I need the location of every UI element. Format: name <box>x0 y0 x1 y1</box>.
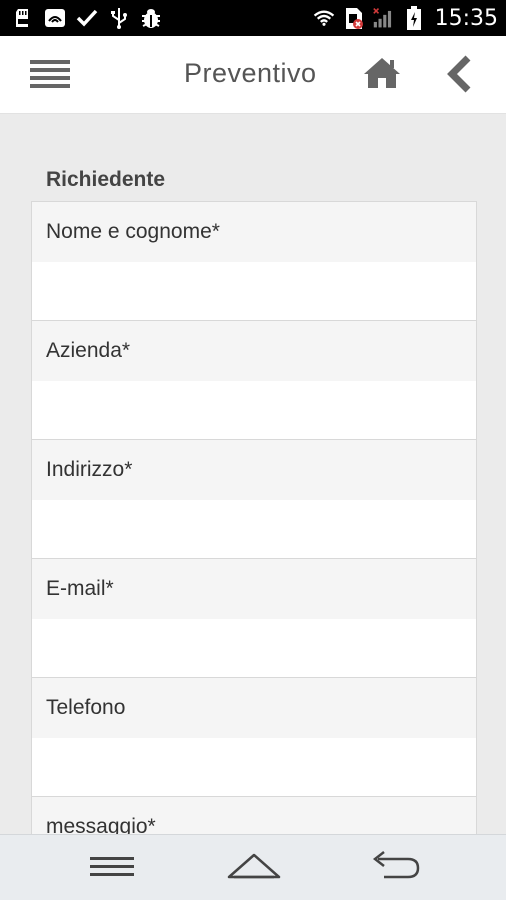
section-title: Richiedente <box>46 168 166 191</box>
screen-cast-icon <box>44 7 66 29</box>
home-icon[interactable] <box>224 847 284 887</box>
field-label: E-mail* <box>32 559 476 619</box>
field-address: Indirizzo* <box>32 440 476 559</box>
field-label: Indirizzo* <box>32 440 476 500</box>
request-form: Nome e cognome* Azienda* Indirizzo* E-ma… <box>31 201 477 834</box>
address-input[interactable] <box>32 500 476 558</box>
usb-icon <box>108 7 130 29</box>
status-bar-system: 15:35 <box>313 6 506 31</box>
field-label: messaggio* <box>32 797 476 834</box>
form-content: Richiedente Nome e cognome* Azienda* Ind… <box>0 114 506 834</box>
email-input[interactable] <box>32 619 476 677</box>
back-icon[interactable] <box>366 847 426 887</box>
status-bar-clock: 15:35 <box>434 5 498 31</box>
status-bar-notifications <box>0 7 313 29</box>
page-title: Preventivo <box>184 58 317 88</box>
no-sim-icon <box>343 7 365 29</box>
field-message: messaggio* <box>32 797 476 834</box>
menu-icon[interactable] <box>82 847 142 887</box>
field-company: Azienda* <box>32 321 476 440</box>
app-screen: 15:35 Preventivo Richiedente Nome e cogn… <box>0 0 506 900</box>
status-bar: 15:35 <box>0 0 506 36</box>
app-header: Preventivo <box>0 36 506 114</box>
battery-charging-icon <box>403 6 425 30</box>
company-input[interactable] <box>32 381 476 439</box>
field-full-name: Nome e cognome* <box>32 202 476 321</box>
bug-icon <box>140 7 162 29</box>
chevron-left-icon[interactable] <box>444 54 474 94</box>
wifi-icon <box>313 7 335 29</box>
system-nav-bar <box>0 834 506 900</box>
menu-bar-line <box>30 76 70 80</box>
menu-bar-line <box>30 84 70 88</box>
field-phone: Telefono <box>32 678 476 797</box>
field-label: Telefono <box>32 678 476 738</box>
full-name-input[interactable] <box>32 262 476 320</box>
field-label: Nome e cognome* <box>32 202 476 262</box>
hamburger-menu-icon[interactable] <box>28 56 72 92</box>
check-icon <box>76 7 98 29</box>
field-email: E-mail* <box>32 559 476 678</box>
menu-bar-line <box>30 60 70 64</box>
phone-input[interactable] <box>32 738 476 796</box>
sd-card-icon <box>12 7 34 29</box>
menu-bar-line <box>30 68 70 72</box>
field-label: Azienda* <box>32 321 476 381</box>
signal-icon <box>372 7 395 29</box>
home-icon[interactable] <box>362 56 402 92</box>
